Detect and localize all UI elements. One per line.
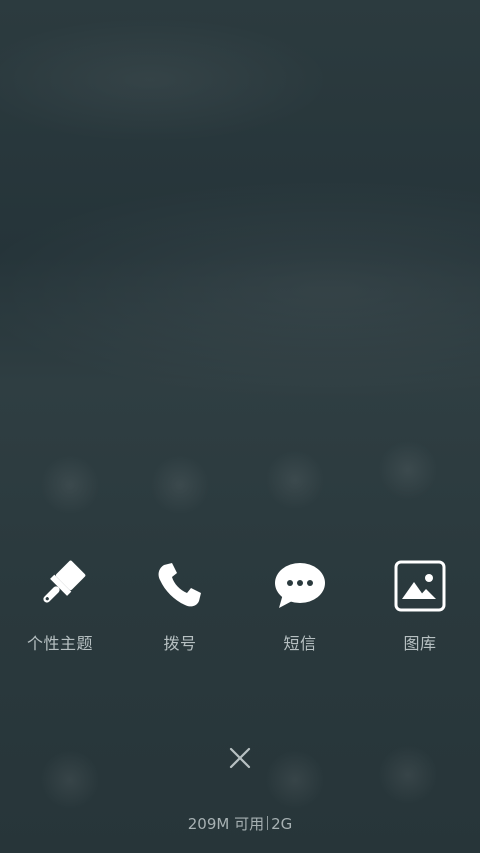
app-phone[interactable]: 拨号 (120, 556, 240, 656)
blurred-background-icon (378, 440, 438, 500)
app-label: 短信 (283, 634, 317, 653)
app-theme[interactable]: 个性主题 (0, 556, 120, 656)
app-gallery[interactable]: 图库 (360, 556, 480, 656)
blurred-background-icon (265, 750, 325, 810)
close-button[interactable] (220, 738, 260, 778)
blurred-background-icon (150, 455, 210, 515)
blurred-background-icon (378, 745, 438, 805)
blurred-background-icon (265, 450, 325, 510)
app-messages[interactable]: 短信 (240, 556, 360, 656)
divider (267, 816, 269, 830)
app-label: 图库 (403, 634, 437, 653)
memory-status: 209M 可用 2G (0, 813, 480, 834)
network-type: 2G (271, 815, 293, 833)
paintbrush-icon (30, 556, 90, 616)
app-label: 个性主题 (26, 634, 93, 653)
blurred-background-icon (40, 750, 100, 810)
phone-icon (150, 556, 210, 616)
recent-apps-row: 个性主题 拨号 短信 图库 (0, 556, 480, 666)
app-label: 拨号 (163, 634, 197, 653)
message-bubble-icon (270, 556, 330, 616)
close-icon (229, 747, 251, 769)
blurred-background-icon (40, 455, 100, 515)
memory-available: 209M 可用 (187, 815, 265, 833)
gallery-icon (390, 556, 450, 616)
blurred-wallpaper (0, 0, 480, 853)
